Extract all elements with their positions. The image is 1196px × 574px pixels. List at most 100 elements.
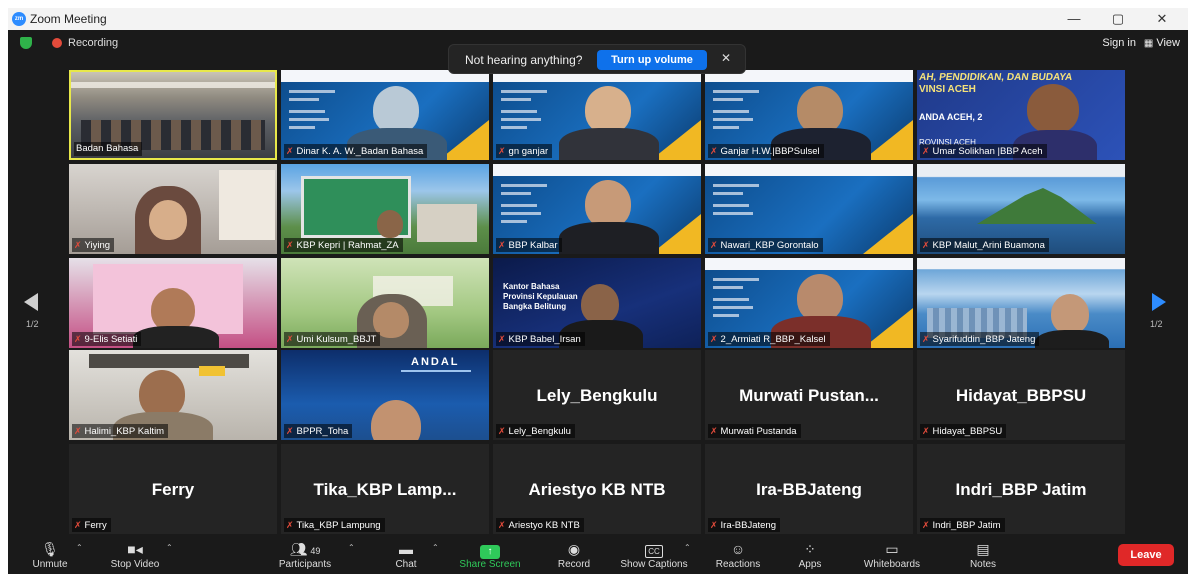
chevron-up-icon[interactable]: ⌃ — [76, 543, 83, 552]
participant-tile[interactable]: Ferry ✗ Ferry — [69, 444, 277, 534]
participant-tile[interactable]: AH, PENDIDIKAN, DAN BUDAYA VINSI ACEH ANDA… — [917, 70, 1125, 160]
chat-label: Chat — [395, 559, 417, 570]
chevron-up-icon[interactable]: ⌃ — [166, 543, 173, 552]
leave-button[interactable]: Leave — [1118, 544, 1174, 566]
participant-tile[interactable]: Badan Bahasa — [69, 70, 277, 160]
participant-tile[interactable]: Tika_KBP Lamp... ✗ Tika_KBP Lampung — [281, 444, 489, 534]
participant-name-tag: ✗ Halimi_KBP Kaltim — [72, 424, 169, 438]
participant-display-name: Hidayat_BBPSU — [955, 386, 1087, 405]
participant-name: BPPR_Toha — [296, 426, 349, 437]
participant-name: BBP Kalbar — [508, 240, 558, 251]
notes-button[interactable]: ▤ Notes — [958, 536, 1008, 574]
participant-name-tag: Badan Bahasa — [74, 142, 143, 156]
muted-microphone-icon: ✗ — [710, 426, 718, 436]
chevron-up-icon[interactable]: ⌃ — [432, 543, 439, 552]
participant-tile[interactable]: ✗ KBP Kepri | Rahmat_ZA — [281, 164, 489, 254]
whiteboards-button[interactable]: ▭ Whiteboards — [856, 536, 928, 574]
participant-tile[interactable]: ✗ Dinar K. A. W._Badan Bahasa — [281, 70, 489, 160]
participant-tile[interactable]: ✗ KBP Malut_Arini Buamona — [917, 164, 1125, 254]
participant-tile[interactable]: ✗ Yiying — [69, 164, 277, 254]
close-button[interactable]: ✕ — [1140, 8, 1184, 30]
minimize-button[interactable]: — — [1052, 8, 1096, 30]
participant-tile[interactable]: ✗ Ganjar H.W.|BBPSulsel — [705, 70, 913, 160]
participant-tile[interactable]: ANDAL ✗ BPPR_Toha — [281, 350, 489, 440]
participant-name: Syarifuddin_BBP Jateng — [932, 334, 1036, 345]
close-notification-icon[interactable]: ✕ — [721, 51, 731, 65]
participant-tile[interactable]: Ariestyo KB NTB ✗ Ariestyo KB NTB — [493, 444, 701, 534]
participant-tile[interactable]: ✗ BBP Kalbar — [493, 164, 701, 254]
view-button[interactable]: ▦ View — [1144, 37, 1180, 49]
muted-microphone-icon: ✗ — [498, 240, 506, 250]
participant-name: Nawari_KBP Gorontalo — [720, 240, 819, 251]
muted-microphone-icon: ✗ — [286, 520, 294, 530]
participant-display-name: Ira-BBJateng — [756, 480, 862, 499]
participant-tile[interactable]: Hidayat_BBPSU ✗ Hidayat_BBPSU — [917, 350, 1125, 440]
participants-button[interactable]: 👥︎ 49 Participants — [272, 536, 338, 574]
muted-microphone-icon: ✗ — [498, 520, 506, 530]
participant-tile[interactable]: ✗ Halimi_KBP Kaltim — [69, 350, 277, 440]
zoom-logo-icon: zm — [12, 12, 26, 26]
participant-name: 2_Armiati R_BBP_Kalsel — [720, 334, 826, 345]
notes-label: Notes — [969, 559, 997, 570]
chat-bubble-icon: ▬ — [399, 541, 413, 557]
sign-in-link[interactable]: Sign in — [1102, 37, 1136, 49]
muted-microphone-icon: ✗ — [710, 146, 718, 156]
participant-display-name: Lely_Bengkulu — [536, 386, 658, 405]
next-page-arrow-icon[interactable] — [1152, 293, 1166, 311]
muted-microphone-icon: ✗ — [922, 426, 930, 436]
view-label: View — [1156, 37, 1180, 49]
muted-microphone-icon: ✗ — [922, 146, 930, 156]
turn-up-volume-button[interactable]: Turn up volume — [597, 50, 707, 70]
captions-icon: CC — [614, 539, 694, 559]
record-icon: ◉ — [567, 541, 581, 557]
participant-name-tag: ✗ Tika_KBP Lampung — [284, 518, 385, 532]
muted-microphone-icon: ✗ — [286, 334, 294, 344]
stop-video-label: Stop Video — [110, 559, 160, 570]
participant-name-tag: ✗ Ira-BBJateng — [708, 518, 780, 532]
apps-label: Apps — [798, 559, 822, 570]
participant-tile[interactable]: ✗ Syarifuddin_BBP Jateng — [917, 258, 1125, 348]
record-button[interactable]: ◉ Record — [550, 536, 598, 574]
show-captions-button[interactable]: CC Show Captions — [614, 536, 694, 574]
recording-icon — [52, 38, 62, 48]
participant-display-name: Murwati Pustan... — [739, 386, 879, 405]
participant-display-name: Ferry — [151, 480, 195, 499]
maximize-button[interactable]: ▢ — [1096, 8, 1140, 30]
participant-name-tag: ✗ Nawari_KBP Gorontalo — [708, 238, 823, 252]
participant-name-tag: ✗ BBP Kalbar — [496, 238, 562, 252]
chat-button[interactable]: ▬ Chat — [386, 536, 426, 574]
participant-tile[interactable]: ✗ Nawari_KBP Gorontalo — [705, 164, 913, 254]
apps-button[interactable]: ⁘ Apps — [788, 536, 832, 574]
recording-label: Recording — [68, 37, 119, 49]
participant-tile[interactable]: Ira-BBJateng ✗ Ira-BBJateng — [705, 444, 913, 534]
participant-tile[interactable]: Indri_BBP Jatim ✗ Indri_BBP Jatim — [917, 444, 1125, 534]
participant-tile[interactable]: Murwati Pustan... ✗ Murwati Pustanda — [705, 350, 913, 440]
participant-tile[interactable]: ✗ 9-Elis Setiati — [69, 258, 277, 348]
unmute-button[interactable]: 🎙︎ Unmute — [22, 536, 78, 574]
muted-microphone-icon: ✗ — [498, 146, 506, 156]
apps-icon: ⁘ — [804, 541, 816, 557]
participant-display-name: Indri_BBP Jatim — [955, 480, 1087, 499]
audio-notification: Not hearing anything? Turn up volume ✕ — [448, 44, 746, 74]
participant-name-tag: ✗ Umi Kulsum_BBJT — [284, 332, 381, 346]
reactions-button[interactable]: ☺ Reactions — [708, 536, 768, 574]
stop-video-button[interactable]: ■◂ Stop Video — [102, 536, 168, 574]
participant-tile[interactable]: Kantor Bahasa Provinsi Kepulauan Bangka Be… — [493, 258, 701, 348]
shield-icon[interactable] — [20, 37, 32, 49]
participant-tile[interactable]: Lely_Bengkulu ✗ Lely_Bengkulu — [493, 350, 701, 440]
chevron-up-icon[interactable]: ⌃ — [348, 543, 355, 552]
participant-tile[interactable]: ✗ gn ganjar — [493, 70, 701, 160]
share-screen-button[interactable]: ↑ Share Screen — [454, 536, 526, 574]
chevron-up-icon[interactable]: ⌃ — [684, 543, 691, 552]
muted-microphone-icon: ✗ — [286, 240, 294, 250]
participant-tile[interactable]: ✗ Umi Kulsum_BBJT — [281, 258, 489, 348]
participant-name-tag: ✗ 2_Armiati R_BBP_Kalsel — [708, 332, 830, 346]
participant-name-tag: ✗ Lely_Bengkulu — [496, 424, 575, 438]
participant-name-tag: ✗ BPPR_Toha — [284, 424, 353, 438]
participants-count: 49 — [310, 546, 321, 556]
participant-name: Halimi_KBP Kaltim — [84, 426, 165, 437]
participant-name: gn ganjar — [508, 146, 549, 157]
previous-page-arrow-icon[interactable] — [24, 293, 38, 311]
participant-tile[interactable]: ✗ 2_Armiati R_BBP_Kalsel — [705, 258, 913, 348]
participant-name-tag: ✗ Indri_BBP Jatim — [920, 518, 1005, 532]
